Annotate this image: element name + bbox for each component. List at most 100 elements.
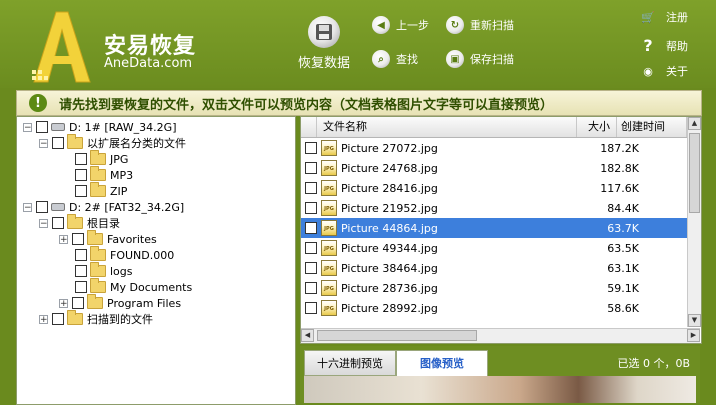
checkbox[interactable]: [305, 142, 317, 154]
tree-node-favorites[interactable]: + Favorites: [59, 230, 157, 247]
expand-toggle-icon[interactable]: +: [59, 298, 68, 308]
tree-node-by-extension[interactable]: − 以扩展名分类的文件: [39, 134, 186, 151]
scroll-left-icon[interactable]: ◀: [301, 329, 314, 342]
tree-node-root[interactable]: − 根目录: [39, 214, 120, 231]
tree-node-disk1[interactable]: − D: 1# [RAW_34.2G]: [23, 119, 176, 135]
table-row[interactable]: JPG Picture 38464.jpg 63.1K: [301, 258, 687, 278]
about-button[interactable]: ◉ 关于: [640, 63, 688, 79]
tree-label: 扫描到的文件: [87, 313, 153, 326]
folder-icon: [90, 262, 106, 277]
checkbox[interactable]: [305, 162, 317, 174]
table-row[interactable]: JPG Picture 24768.jpg 182.8K: [301, 158, 687, 178]
tree-node-jpg[interactable]: JPG: [75, 150, 128, 167]
header-spacer: [301, 117, 317, 137]
checkbox[interactable]: [305, 182, 317, 194]
checkbox[interactable]: [305, 302, 317, 314]
file-name: Picture 28416.jpg: [341, 181, 438, 195]
table-row[interactable]: JPG Picture 27072.jpg 187.2K: [301, 138, 687, 158]
checkbox[interactable]: [305, 202, 317, 214]
expand-toggle-icon[interactable]: +: [39, 314, 48, 324]
tab-hex-preview[interactable]: 十六进制预览: [304, 350, 396, 376]
tab-image-preview[interactable]: 图像预览: [396, 350, 488, 376]
help-button[interactable]: ? 帮助: [640, 36, 688, 55]
collapse-toggle-icon[interactable]: −: [39, 218, 48, 228]
tree-node-my-documents[interactable]: My Documents: [75, 278, 193, 295]
find-button[interactable]: ⌕ 查找: [372, 50, 418, 68]
checkbox[interactable]: [52, 313, 64, 325]
vertical-scrollbar[interactable]: ▲ ▼: [687, 117, 701, 327]
table-row[interactable]: JPG Picture 28416.jpg 117.6K: [301, 178, 687, 198]
tree-node-zip[interactable]: ZIP: [75, 182, 127, 199]
tree-label: logs: [110, 264, 133, 278]
save-icon: ▣: [446, 50, 464, 68]
rescan-button[interactable]: ↻ 重新扫描: [446, 16, 514, 34]
file-size: 182.8K: [600, 161, 639, 175]
recover-data-button[interactable]: 恢复数据: [292, 16, 356, 71]
checkbox[interactable]: [72, 297, 84, 309]
target-icon: ◉: [643, 64, 653, 78]
checkbox[interactable]: [75, 249, 87, 261]
cart-icon: 🛒: [641, 10, 655, 24]
checkbox[interactable]: [36, 201, 48, 213]
floppy-disk-icon: [308, 16, 340, 48]
save-scan-button[interactable]: ▣ 保存扫描: [446, 50, 514, 68]
tree-label: 根目录: [87, 217, 120, 230]
checkbox[interactable]: [305, 222, 317, 234]
tree-node-disk2[interactable]: − D: 2# [FAT32_34.2G]: [23, 199, 184, 215]
file-list: 文件名称 大小 创建时间 JPG Picture 27072.jpg 187.2K J…: [300, 116, 702, 344]
collapse-toggle-icon[interactable]: −: [23, 202, 32, 212]
table-row[interactable]: JPG Picture 49344.jpg 63.5K: [301, 238, 687, 258]
checkbox[interactable]: [305, 262, 317, 274]
folder-icon: [90, 150, 106, 165]
folder-icon: [87, 294, 103, 309]
tree-label: MP3: [110, 168, 134, 182]
collapse-toggle-icon[interactable]: −: [23, 122, 32, 132]
checkbox[interactable]: [305, 282, 317, 294]
checkbox[interactable]: [75, 265, 87, 277]
column-header-size[interactable]: 大小: [577, 117, 617, 137]
file-name: Picture 27072.jpg: [341, 141, 438, 155]
expand-toggle-icon[interactable]: +: [59, 234, 68, 244]
folder-icon: [90, 278, 106, 293]
checkbox[interactable]: [75, 185, 87, 197]
checkbox[interactable]: [305, 242, 317, 254]
tree-node-program-files[interactable]: + Program Files: [59, 294, 181, 311]
table-row[interactable]: JPG Picture 28736.jpg 59.1K: [301, 278, 687, 298]
checkbox[interactable]: [75, 169, 87, 181]
tree-node-mp3[interactable]: MP3: [75, 166, 134, 183]
column-header-name[interactable]: 文件名称: [317, 117, 577, 137]
checkbox[interactable]: [52, 217, 64, 229]
scroll-thumb-horizontal[interactable]: [317, 330, 477, 341]
find-label: 查找: [396, 53, 418, 66]
notice-text: 请先找到要恢复的文件，双击文件可以预览内容（文档表格图片文字等可以直接预览）: [59, 97, 554, 113]
horizontal-scrollbar[interactable]: ◀ ▶: [301, 328, 700, 343]
collapse-toggle-icon[interactable]: −: [39, 138, 48, 148]
tree-node-scanned-files[interactable]: + 扫描到的文件: [39, 310, 153, 327]
selection-info: 已选 0 个，0B: [617, 357, 690, 370]
table-row[interactable]: JPG Picture 44864.jpg 63.7K: [301, 218, 687, 238]
checkbox[interactable]: [36, 121, 48, 133]
checkbox[interactable]: [52, 137, 64, 149]
checkbox[interactable]: [75, 281, 87, 293]
table-row[interactable]: JPG Picture 28992.jpg 58.6K: [301, 298, 687, 318]
scroll-down-icon[interactable]: ▼: [688, 314, 701, 327]
tree-label: My Documents: [110, 280, 193, 294]
tree-node-found000[interactable]: FOUND.000: [75, 246, 174, 263]
scroll-thumb[interactable]: [689, 133, 700, 213]
scroll-right-icon[interactable]: ▶: [687, 329, 700, 342]
table-row[interactable]: JPG Picture 21952.jpg 84.4K: [301, 198, 687, 218]
scroll-up-icon[interactable]: ▲: [688, 117, 701, 130]
file-size: 187.2K: [600, 141, 639, 155]
jpg-file-icon: JPG: [321, 140, 337, 156]
prev-step-button[interactable]: ◀ 上一步: [372, 16, 429, 34]
jpg-file-icon: JPG: [321, 220, 337, 236]
file-name: Picture 38464.jpg: [341, 261, 438, 275]
register-button[interactable]: 🛒 注册: [640, 9, 688, 25]
checkbox[interactable]: [75, 153, 87, 165]
tree-node-logs[interactable]: logs: [75, 262, 133, 279]
checkbox[interactable]: [72, 233, 84, 245]
file-name: Picture 49344.jpg: [341, 241, 438, 255]
search-icon: ⌕: [372, 50, 390, 68]
back-arrow-icon: ◀: [372, 16, 390, 34]
column-header-created[interactable]: 创建时间: [617, 117, 687, 137]
